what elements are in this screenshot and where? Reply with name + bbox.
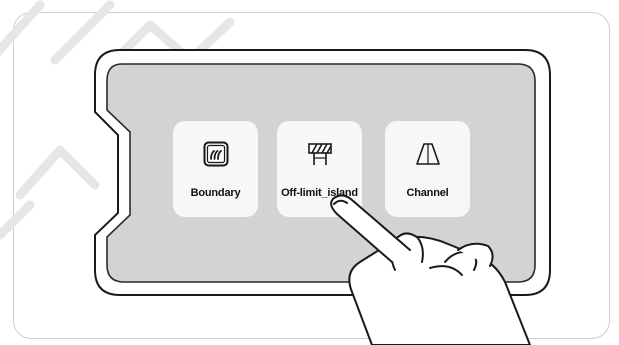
boundary-icon <box>203 141 228 167</box>
channel-label: Channel <box>406 187 449 199</box>
boundary-button[interactable]: Boundary <box>173 121 258 217</box>
boundary-label: Boundary <box>190 187 241 199</box>
channel-icon <box>415 143 440 165</box>
off-limit-island-icon <box>307 143 332 165</box>
off-limit-island-button[interactable]: Off-limit_island <box>277 121 362 217</box>
off-limit-island-label: Off-limit_island <box>281 187 358 199</box>
channel-button[interactable]: Channel <box>385 121 470 217</box>
illustration-canvas: Boundary Off-limit_island Channel <box>0 0 619 345</box>
